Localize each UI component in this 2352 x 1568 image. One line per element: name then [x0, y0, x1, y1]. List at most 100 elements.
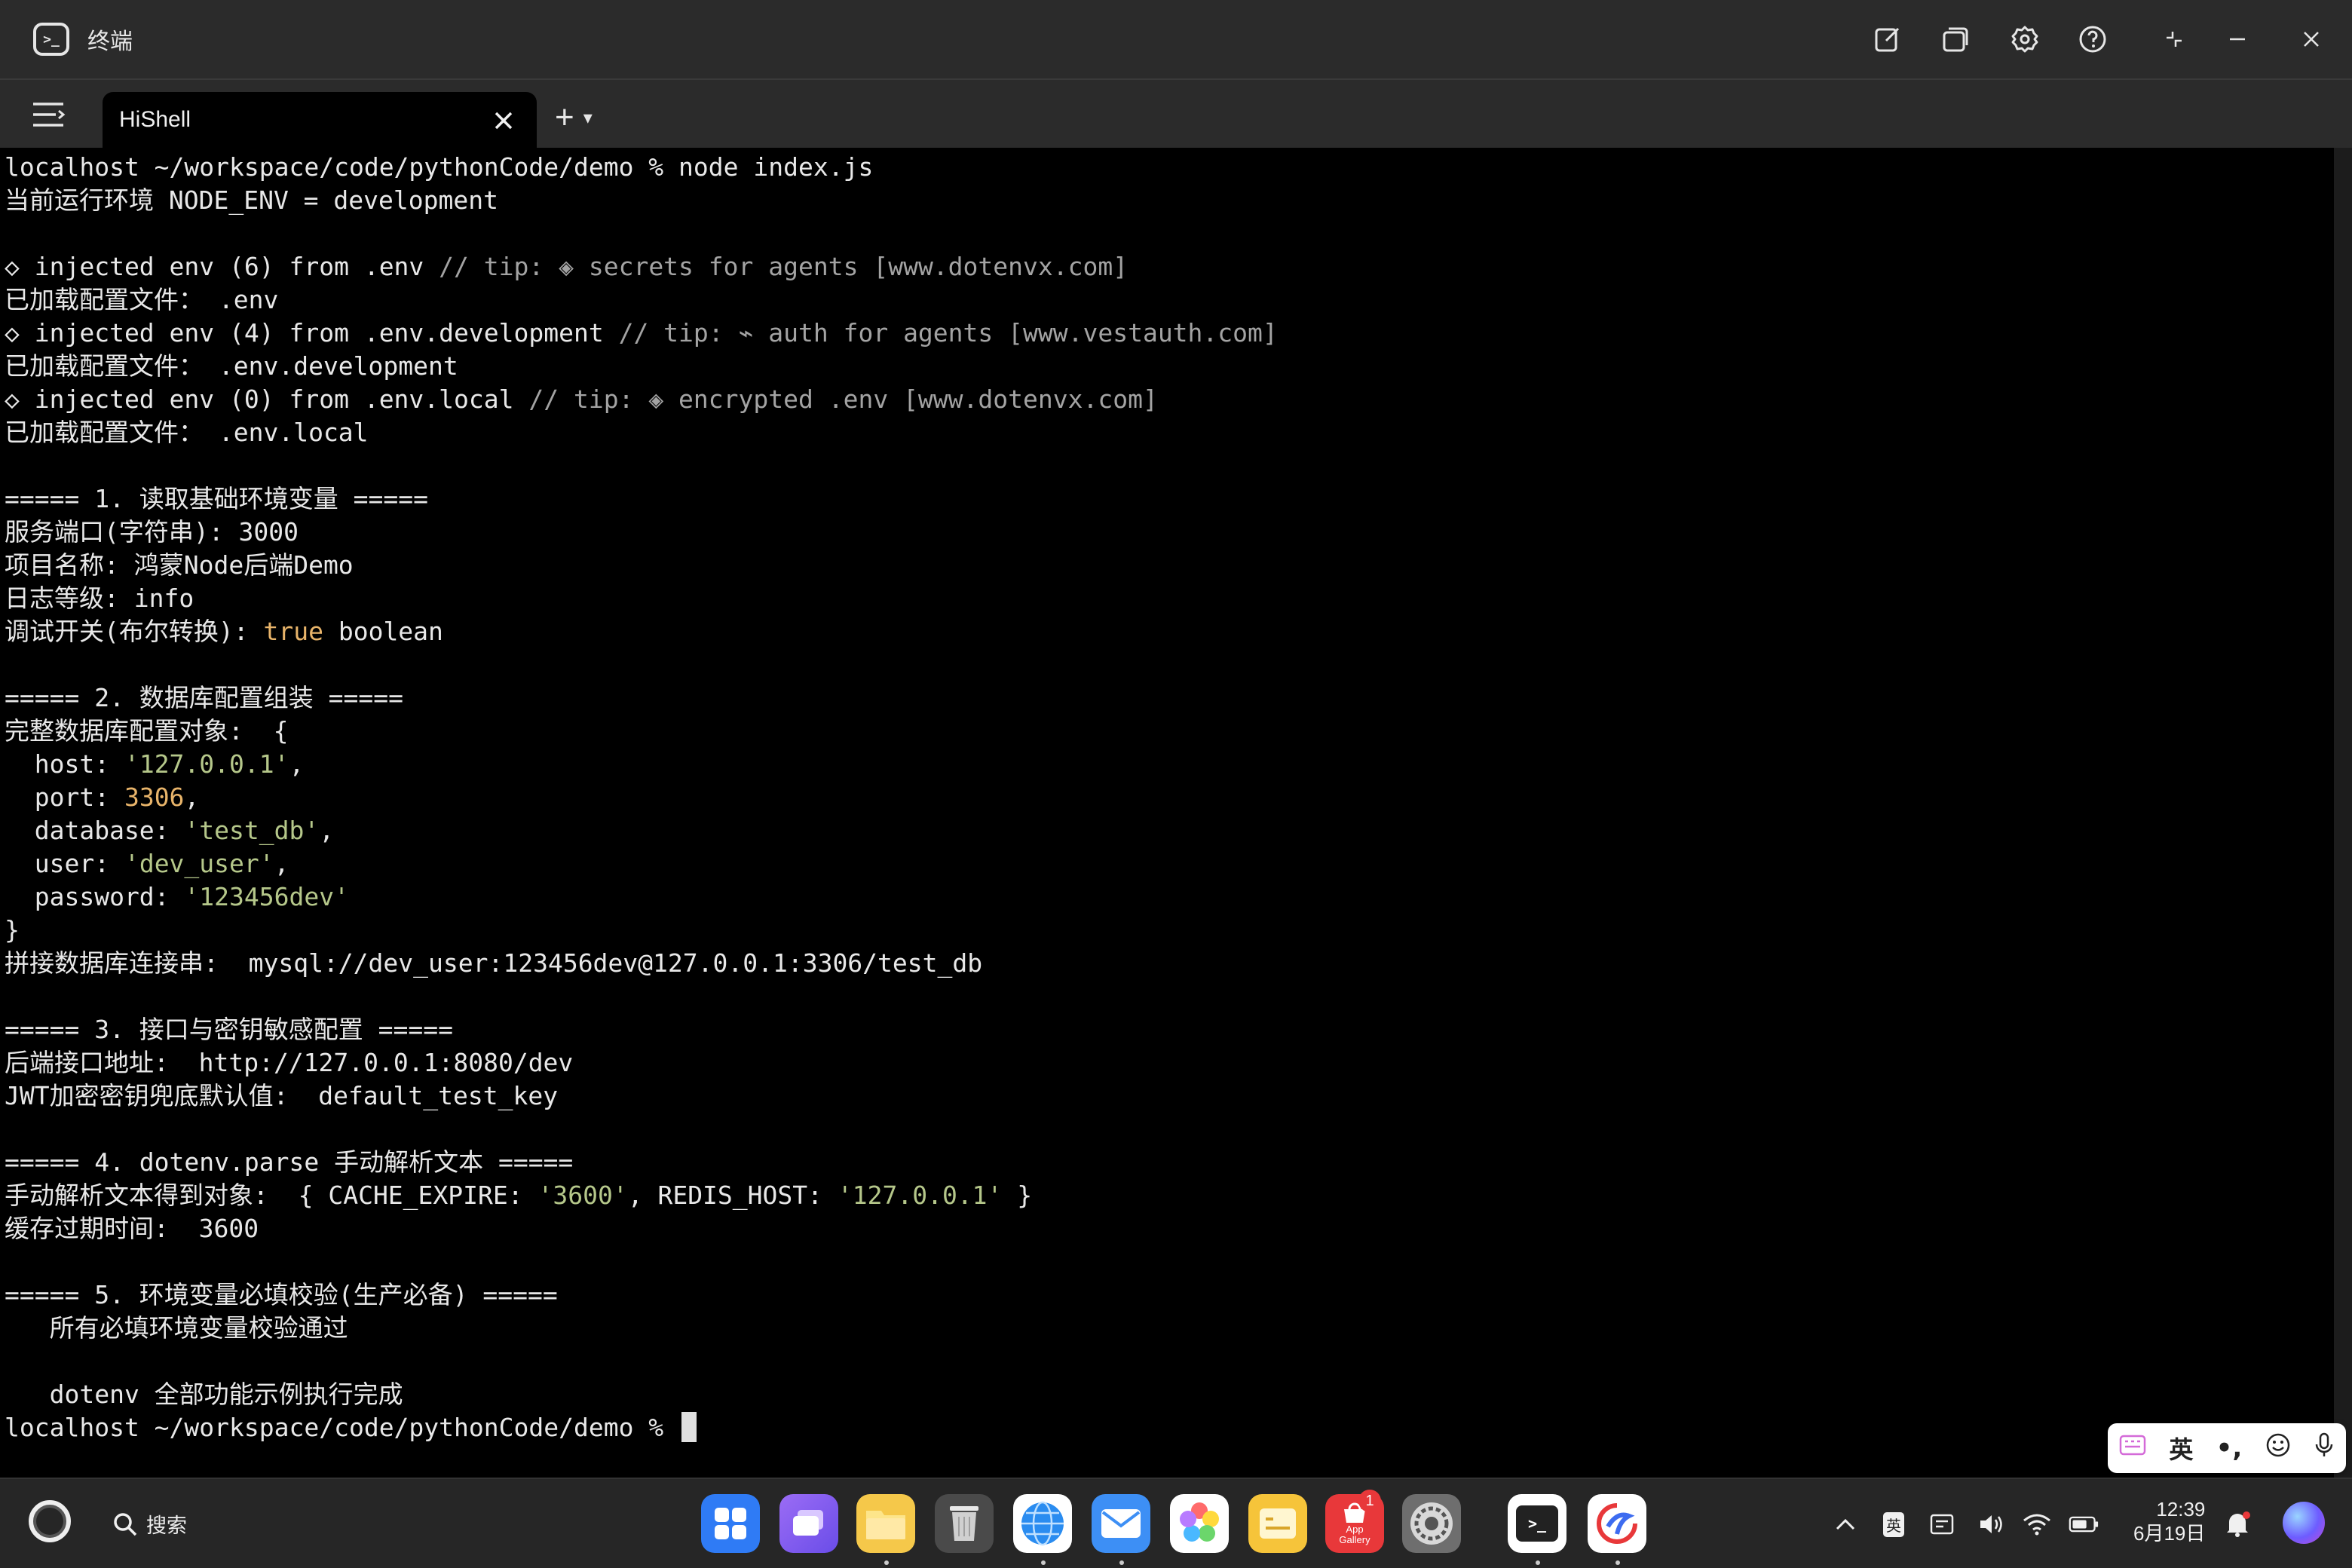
- menu-icon[interactable]: [30, 98, 66, 131]
- terminal-line: 缓存过期时间: 3600: [5, 1212, 259, 1245]
- terminal-line: database: 'test_db',: [5, 814, 334, 847]
- terminal-text-segment: 后端接口地址: http://127.0.0.1:8080/dev: [5, 1048, 574, 1077]
- terminal-text-segment: 拼接数据库连接串: mysql://dev_user:123456dev@127…: [5, 948, 983, 978]
- search-label: 搜索: [146, 1514, 187, 1538]
- terminal-app-icon: >_: [33, 23, 69, 56]
- terminal-text-segment: localhost ~/workspace/code/pythonCode/de…: [5, 152, 874, 182]
- terminal-text-segment: 3306: [124, 782, 185, 812]
- terminal-text-segment: ,: [319, 816, 335, 845]
- help-button[interactable]: [2072, 18, 2114, 60]
- terminal-text-segment: 'test_db': [184, 816, 320, 845]
- terminal-text-segment: ===== 1. 读取基础环境变量 =====: [5, 484, 429, 513]
- tab-label: HiShell: [119, 107, 191, 132]
- keyboard-icon[interactable]: [2119, 1434, 2146, 1462]
- terminal-text-segment: '3600': [537, 1181, 628, 1210]
- close-window-button[interactable]: [2290, 18, 2332, 60]
- taskbar: 搜索 App Gallery 1 >_ 英 12:39 6月19日: [0, 1478, 2352, 1568]
- close-tab-icon[interactable]: [488, 106, 519, 136]
- tray-expand-button[interactable]: [1830, 1509, 1860, 1539]
- assistant-orb-icon[interactable]: [2283, 1502, 2325, 1544]
- running-indicator: [884, 1560, 889, 1565]
- terminal-line: ===== 4. dotenv.parse 手动解析文本 =====: [5, 1146, 573, 1179]
- terminal-text-segment: 已加载配置文件： .env.local: [5, 418, 369, 447]
- app-center-icon[interactable]: [701, 1494, 760, 1553]
- battery-button[interactable]: [2069, 1509, 2099, 1539]
- tab-hishell[interactable]: HiShell: [103, 92, 537, 149]
- terminal-line: host: '127.0.0.1',: [5, 748, 305, 781]
- terminal-text-segment: // tip: ◈ secrets for agents [www.dotenv…: [439, 252, 1129, 281]
- terminal-line: 服务端口(字符串): 3000: [5, 516, 299, 549]
- terminal-line: 调试开关(布尔转换): true boolean: [5, 615, 443, 648]
- multi-window-button[interactable]: [1934, 18, 1977, 60]
- terminal-line: localhost ~/workspace/code/pythonCode/de…: [5, 1411, 697, 1444]
- mic-icon[interactable]: [2314, 1432, 2335, 1464]
- terminal-text-segment: ,: [184, 782, 200, 812]
- terminal-scrollbar[interactable]: [2334, 148, 2352, 1478]
- terminal-line: 已加载配置文件： .env.development: [5, 350, 458, 383]
- terminal-text-segment: 服务端口(字符串): 3000: [5, 517, 299, 547]
- multi-screen-icon[interactable]: [779, 1494, 838, 1553]
- gallery-icon[interactable]: [1170, 1494, 1229, 1553]
- volume-button[interactable]: [1977, 1509, 2007, 1539]
- browser-icon[interactable]: [1013, 1494, 1072, 1553]
- help-icon: [2079, 26, 2106, 53]
- terminal-line: 后端接口地址: http://127.0.0.1:8080/dev: [5, 1046, 573, 1080]
- terminal-text-segment: 完整数据库配置对象: {: [5, 716, 289, 746]
- notification-button[interactable]: [2222, 1509, 2252, 1539]
- terminal-line: port: 3306,: [5, 781, 200, 814]
- terminal-text-segment: '127.0.0.1': [837, 1181, 1003, 1210]
- new-window-button[interactable]: [1867, 18, 1909, 60]
- ime-indicator[interactable]: 英: [1879, 1509, 1909, 1539]
- terminal-cursor: [681, 1412, 697, 1442]
- terminal-line: 日志等级: info: [5, 582, 194, 615]
- terminal-line: password: '123456dev': [5, 880, 349, 914]
- terminal-text-segment: 项目名称: 鸿蒙Node后端Demo: [5, 550, 354, 580]
- restore-button[interactable]: [2153, 18, 2195, 60]
- terminal-text-segment: }: [5, 915, 20, 945]
- clock[interactable]: 12:39 6月19日: [2133, 1497, 2205, 1545]
- terminal-text-segment: 所有必填环境变量校验通过: [5, 1313, 348, 1343]
- terminal-text-segment: ===== 4. dotenv.parse 手动解析文本 =====: [5, 1147, 574, 1177]
- clipboard-icon: [1930, 1514, 1954, 1535]
- terminal-line: }: [5, 914, 20, 947]
- terminal-text-segment: ===== 2. 数据库配置组装 =====: [5, 683, 404, 712]
- plus-icon: +: [555, 99, 574, 136]
- notes-icon[interactable]: [1248, 1494, 1307, 1553]
- emoji-icon[interactable]: [2265, 1432, 2291, 1464]
- new-tab-button[interactable]: + ▾: [555, 99, 618, 136]
- terminal-line: user: 'dev_user',: [5, 847, 289, 880]
- minimize-icon: [2230, 38, 2245, 41]
- search-button[interactable]: 搜索: [112, 1509, 187, 1539]
- terminal-line: ===== 5. 环境变量必填校验(生产必备) =====: [5, 1279, 558, 1312]
- terminal-text-segment: // tip: ⌁ auth for agents [www.vestauth.…: [618, 318, 1278, 348]
- chevron-up-icon: [1836, 1518, 1855, 1530]
- terminal-text-segment: ◇ injected env (6) from .env: [5, 252, 439, 281]
- recycle-bin-icon[interactable]: [935, 1494, 994, 1553]
- chevron-down-icon[interactable]: ▾: [583, 107, 593, 128]
- terminal-icon[interactable]: >_: [1508, 1494, 1566, 1553]
- code-editor-icon[interactable]: [1588, 1494, 1646, 1553]
- wifi-button[interactable]: [2022, 1509, 2052, 1539]
- clipboard-button[interactable]: [1927, 1509, 1957, 1539]
- mail-icon[interactable]: [1092, 1494, 1150, 1553]
- punctuation-icon[interactable]: •,: [2216, 1433, 2243, 1463]
- start-button[interactable]: [29, 1500, 71, 1542]
- terminal-text-segment: ===== 5. 环境变量必填校验(生产必备) =====: [5, 1280, 558, 1309]
- settings-button[interactable]: [2004, 18, 2046, 60]
- terminal-text-segment: true: [263, 617, 323, 646]
- edit-icon: [1875, 27, 1900, 52]
- clock-date: 6月19日: [2133, 1522, 2206, 1545]
- terminal-text-segment: boolean: [323, 617, 443, 646]
- terminal-text-segment: ◇ injected env (0) from .env.local: [5, 384, 529, 414]
- window-title-bar: >_ 终端: [0, 0, 2352, 78]
- system-settings-icon[interactable]: [1402, 1494, 1461, 1553]
- terminal-line: dotenv 全部功能示例执行完成: [5, 1378, 403, 1411]
- files-icon[interactable]: [856, 1494, 915, 1553]
- terminal-output[interactable]: localhost ~/workspace/code/pythonCode/de…: [0, 148, 2334, 1478]
- running-indicator: [1536, 1560, 1540, 1565]
- minimize-button[interactable]: [2216, 18, 2259, 60]
- ime-language-toggle[interactable]: 英: [2169, 1431, 2193, 1465]
- window-title: 终端: [87, 29, 133, 55]
- app-gallery-label: App Gallery: [1339, 1524, 1370, 1545]
- windows-icon: [1943, 27, 1968, 52]
